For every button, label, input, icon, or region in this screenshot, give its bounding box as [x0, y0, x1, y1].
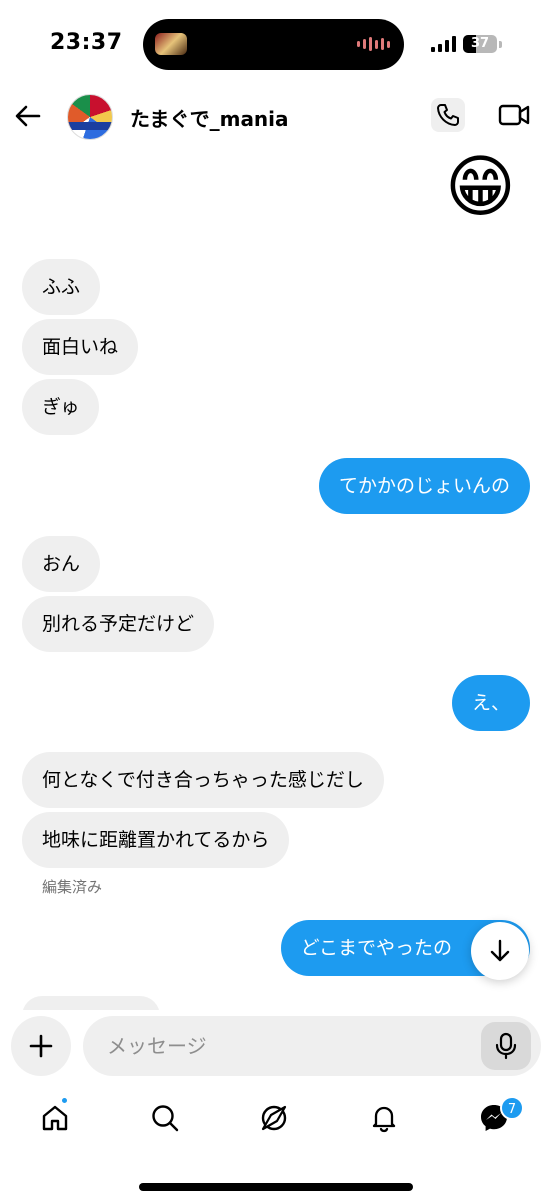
scroll-to-bottom-button[interactable] — [471, 922, 529, 980]
back-arrow-icon — [15, 105, 41, 127]
nav-search[interactable] — [147, 1100, 183, 1136]
battery-tip — [499, 41, 502, 48]
message-sent[interactable]: てかかのじょいんの — [318, 458, 530, 514]
voice-message-button[interactable] — [481, 1022, 531, 1070]
compass-icon — [261, 1105, 287, 1131]
message-received[interactable]: 別れる予定だけど — [22, 596, 215, 652]
message-input[interactable] — [83, 1016, 541, 1076]
nav-explore[interactable] — [256, 1100, 292, 1136]
edited-label: 編集済み — [42, 878, 103, 896]
bottom-nav: 7 — [0, 1090, 552, 1150]
message-received[interactable]: ふふ — [22, 259, 101, 315]
bell-icon — [372, 1106, 396, 1133]
plus-icon — [29, 1034, 53, 1058]
now-playing-thumbnail — [155, 33, 187, 55]
chat-header: たまぐで_mania — [0, 90, 552, 144]
signal-icon — [431, 36, 456, 52]
voice-call-button[interactable] — [431, 98, 465, 132]
audio-wave-icon — [357, 37, 390, 51]
battery-icon: 37 — [463, 35, 497, 53]
message-received[interactable]: 面白いね — [22, 319, 139, 375]
video-camera-icon — [498, 104, 530, 126]
back-button[interactable] — [14, 102, 42, 130]
message-received[interactable]: ぎゅ — [22, 379, 100, 435]
home-icon — [42, 1105, 68, 1131]
message-received[interactable]: 何となくで付き合っちゃった感じだし — [22, 752, 384, 808]
emoji-message[interactable]: 😁 — [445, 148, 516, 228]
nav-notifications[interactable] — [366, 1100, 402, 1136]
status-time: 23:37 — [50, 30, 123, 55]
home-notification-dot — [60, 1096, 69, 1105]
message-composer — [0, 1010, 552, 1080]
microphone-icon — [495, 1032, 517, 1060]
dynamic-island[interactable] — [143, 19, 404, 70]
nav-home[interactable] — [37, 1100, 73, 1136]
status-bar: 23:37 37 — [0, 0, 552, 90]
add-attachment-button[interactable] — [11, 1016, 71, 1076]
message-received[interactable]: 地味に距離置かれてるから — [22, 812, 290, 868]
search-icon — [152, 1105, 179, 1132]
home-indicator — [139, 1183, 413, 1191]
phone-icon — [437, 104, 459, 126]
message-sent[interactable]: え、 — [451, 675, 530, 731]
messages-count-badge: 7 — [500, 1096, 524, 1120]
arrow-down-icon — [490, 939, 510, 962]
chat-username[interactable]: たまぐで_mania — [130, 103, 289, 132]
avatar[interactable] — [67, 94, 113, 140]
battery-level: 37 — [470, 36, 490, 51]
message-received[interactable]: おん — [22, 536, 101, 592]
video-call-button[interactable] — [497, 100, 531, 130]
